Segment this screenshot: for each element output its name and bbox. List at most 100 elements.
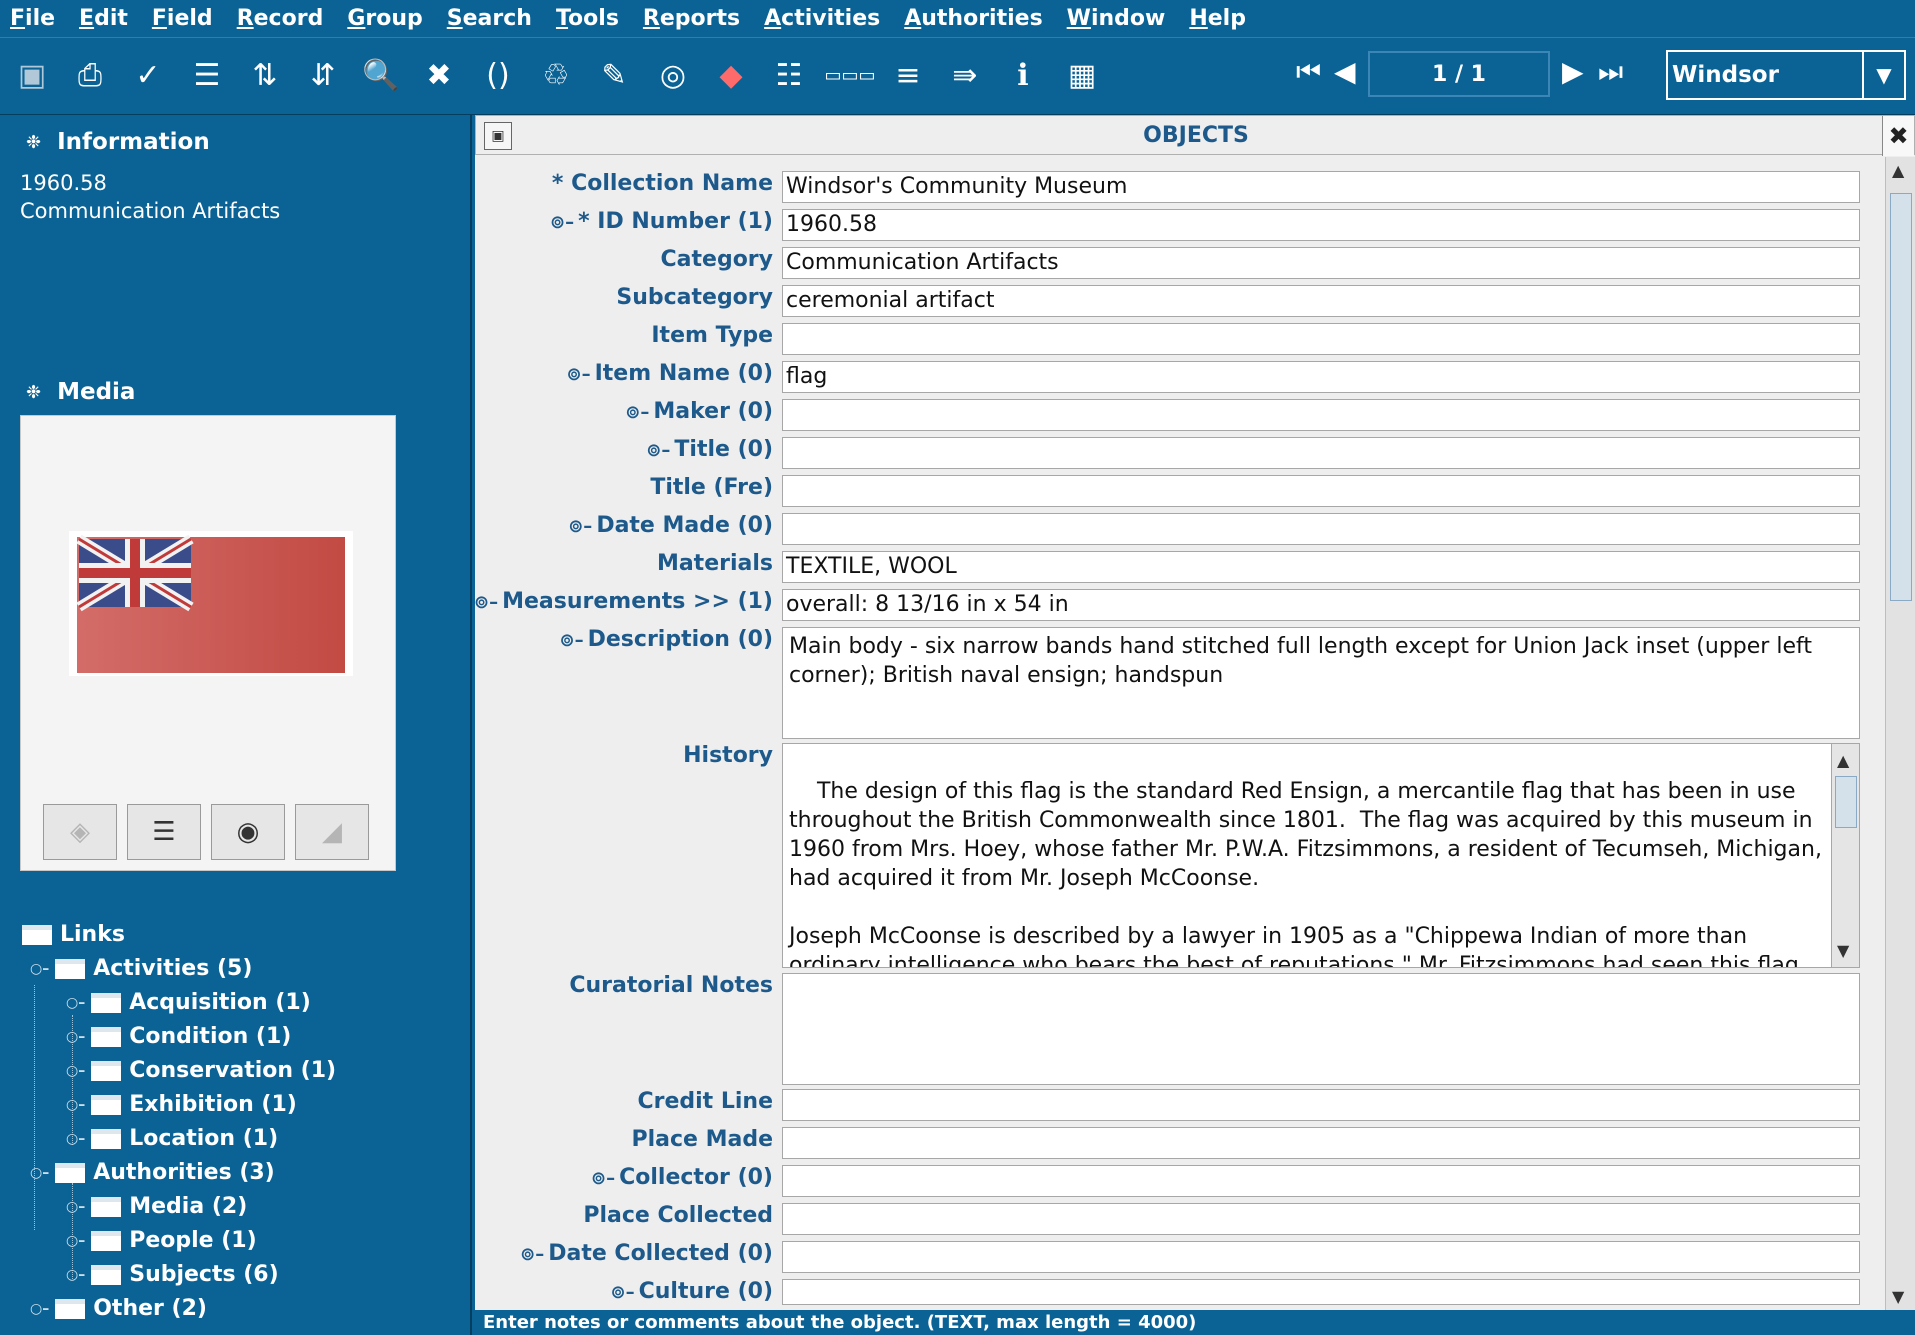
link-icon[interactable]: ⊚–	[568, 516, 592, 537]
edit-media-button[interactable]: ◢	[295, 804, 369, 860]
forward-icon[interactable]: ⇛	[945, 55, 985, 95]
edit-note-icon[interactable]: ✎	[594, 55, 634, 95]
collection-name-field[interactable]: Windsor's Community Museum	[782, 171, 1860, 203]
tree-acquisition[interactable]: ○– Acquisition (1)	[66, 990, 311, 1015]
brackets-icon[interactable]: ()	[478, 55, 518, 95]
first-record-icon[interactable]: ⏮	[1296, 55, 1321, 89]
menu-help[interactable]: Help	[1189, 6, 1246, 31]
menu-edit[interactable]: Edit	[79, 6, 128, 31]
history-field[interactable]: The design of this flag is the standard …	[782, 743, 1860, 968]
search-icon[interactable]: 🔍	[361, 55, 401, 95]
expand-handle-icon[interactable]: ○–	[66, 1029, 85, 1045]
date-collected-field[interactable]	[782, 1241, 1860, 1273]
link-icon[interactable]: ⊚–	[550, 212, 574, 233]
print-icon[interactable]: ⎙	[70, 55, 110, 95]
tree-subjects[interactable]: ○– Subjects (6)	[66, 1262, 279, 1287]
measurements-field[interactable]: overall: 8 13/16 in x 54 in	[782, 589, 1860, 621]
pin-icon[interactable]: ❉	[26, 382, 41, 403]
credit-line-field[interactable]	[782, 1089, 1860, 1121]
tree-authorities[interactable]: ○– Authorities (3)	[30, 1160, 275, 1185]
place-made-field[interactable]	[782, 1127, 1860, 1159]
link-icon[interactable]: ⊚–	[520, 1244, 544, 1265]
description-field[interactable]: Main body - six narrow bands hand stitch…	[782, 627, 1860, 739]
expand-handle-icon[interactable]: ○–	[66, 1131, 85, 1147]
form-scrollbar[interactable]: ▲ ▼	[1885, 157, 1915, 1310]
info-icon[interactable]: ℹ	[1003, 55, 1043, 95]
flag-image[interactable]	[69, 531, 353, 676]
id-number-field[interactable]: 1960.58	[782, 209, 1860, 241]
collector-field[interactable]	[782, 1165, 1860, 1197]
link-icon[interactable]: ⊚–	[567, 364, 591, 385]
tree-media[interactable]: ○– Media (2)	[66, 1194, 247, 1219]
date-made-field[interactable]	[782, 513, 1860, 545]
tree-other[interactable]: ○– Other (2)	[30, 1296, 207, 1321]
title-fre-field[interactable]	[782, 475, 1860, 507]
link-icon[interactable]: ⊚–	[591, 1168, 615, 1189]
restore-icon[interactable]: ▣	[484, 122, 512, 150]
sort-ascending-icon[interactable]: ⇅	[245, 55, 285, 95]
chevron-down-icon[interactable]: ▼	[1864, 52, 1904, 98]
history-scrollbar[interactable]: ▲ ▼	[1831, 744, 1859, 967]
tree-activities[interactable]: ○– Activities (5)	[30, 956, 252, 981]
expand-handle-icon[interactable]: ○–	[30, 1301, 49, 1317]
menu-file[interactable]: File	[10, 6, 55, 31]
menu-group[interactable]: Group	[347, 6, 422, 31]
place-collected-field[interactable]	[782, 1203, 1860, 1235]
expand-handle-icon[interactable]: ○–	[66, 1097, 85, 1113]
culture-field[interactable]	[782, 1279, 1860, 1305]
target-icon[interactable]: ◎	[653, 55, 693, 95]
materials-field[interactable]: TEXTILE, WOOL	[782, 551, 1860, 583]
scroll-up-icon[interactable]: ▲	[1837, 746, 1849, 775]
eraser-icon[interactable]: ◆	[711, 55, 751, 95]
menu-reports[interactable]: Reports	[643, 6, 740, 31]
close-icon[interactable]: ✖	[1882, 116, 1914, 156]
menu-activities[interactable]: Activities	[764, 6, 880, 31]
expand-handle-icon[interactable]: ○–	[30, 961, 49, 977]
menu-search[interactable]: Search	[447, 6, 532, 31]
menu-tools[interactable]: Tools	[556, 6, 619, 31]
title-field[interactable]	[782, 437, 1860, 469]
category-field[interactable]: Communication Artifacts	[782, 247, 1860, 279]
menu-field[interactable]: Field	[152, 6, 213, 31]
tree-location[interactable]: ○– Location (1)	[66, 1126, 278, 1151]
camera-button[interactable]: ◉	[211, 804, 285, 860]
expand-handle-icon[interactable]: ○–	[66, 995, 85, 1011]
tree-people[interactable]: ○– People (1)	[66, 1228, 257, 1253]
expand-handle-icon[interactable]: ○–	[30, 1165, 49, 1181]
expand-handle-icon[interactable]: ○–	[66, 1233, 85, 1249]
maker-field[interactable]	[782, 399, 1860, 431]
tree-exhibition[interactable]: ○– Exhibition (1)	[66, 1092, 297, 1117]
scroll-thumb[interactable]	[1890, 193, 1912, 601]
menu-window[interactable]: Window	[1067, 6, 1166, 31]
scroll-down-icon[interactable]: ▼	[1837, 936, 1849, 965]
sort-descending-icon[interactable]: ⇵	[303, 55, 343, 95]
media-list-button[interactable]: ☰	[127, 804, 201, 860]
record-counter[interactable]: 1 / 1	[1368, 51, 1550, 97]
menu-record[interactable]: Record	[237, 6, 324, 31]
tools-icon[interactable]: ✖	[419, 55, 459, 95]
tree-icon[interactable]: ≡	[888, 55, 928, 95]
link-icon[interactable]: ☷	[769, 55, 809, 95]
link-icon[interactable]: ⊚–	[474, 592, 498, 613]
pin-icon[interactable]: ❉	[26, 132, 41, 153]
run-icon[interactable]: ♲	[536, 55, 576, 95]
last-record-icon[interactable]: ⏭	[1598, 55, 1623, 89]
spellcheck-icon[interactable]: ✓	[128, 55, 168, 95]
expand-handle-icon[interactable]: ○–	[66, 1063, 85, 1079]
site-select[interactable]: Windsor ▼	[1666, 50, 1906, 100]
next-record-icon[interactable]: ▶	[1562, 55, 1584, 88]
scroll-up-icon[interactable]: ▲	[1892, 161, 1904, 180]
tree-links[interactable]: Links	[22, 922, 125, 947]
subcategory-field[interactable]: ceremonial artifact	[782, 285, 1860, 317]
tree-conservation[interactable]: ○– Conservation (1)	[66, 1058, 336, 1083]
link-icon[interactable]: ⊚–	[611, 1282, 635, 1303]
expand-handle-icon[interactable]: ○–	[66, 1267, 85, 1283]
previous-record-icon[interactable]: ◀	[1334, 55, 1356, 88]
list-icon[interactable]: ☰	[187, 55, 227, 95]
previous-media-button[interactable]: ◈	[43, 804, 117, 860]
scroll-down-icon[interactable]: ▼	[1892, 1287, 1904, 1306]
curatorial-notes-field[interactable]	[782, 973, 1860, 1085]
save-icon[interactable]: ▣	[12, 55, 52, 95]
item-type-field[interactable]	[782, 323, 1860, 355]
item-name-field[interactable]: flag	[782, 361, 1860, 393]
